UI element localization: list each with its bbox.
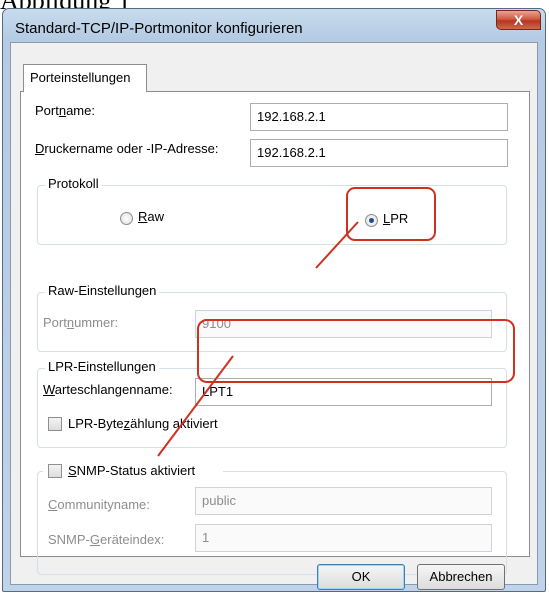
port-number-label: Portnummer: [43,315,119,330]
close-icon: X [513,12,524,28]
window-title: Standard-TCP/IP-Portmonitor konfiguriere… [15,20,303,37]
protocol-group-title: Protokoll [45,176,102,191]
portname-input[interactable]: 192.168.2.1 [250,103,508,131]
snmp-status-label[interactable]: SNMP-Status aktiviert [68,463,195,478]
dialog-window: Standard-TCP/IP-Portmonitor konfiguriere… [2,8,546,592]
queue-name-input[interactable]: LPT1 [195,378,492,406]
device-index-label: SNMP-Geräteindex: [48,532,165,547]
lpr-radio[interactable] [365,214,378,227]
community-name-label: Communityname: [48,497,150,512]
lpr-bytecount-checkbox[interactable] [48,417,62,431]
raw-radio-label[interactable]: Raw [138,209,164,224]
portname-label: Portname: [35,103,95,118]
printer-address-input[interactable]: 192.168.2.1 [250,139,508,167]
ok-button[interactable]: OK [317,564,405,590]
community-name-input[interactable]: public [195,487,492,515]
printer-address-label: Druckername oder -IP-Adresse: [35,141,219,156]
device-index-input[interactable]: 1 [195,524,492,552]
raw-radio[interactable] [120,212,133,225]
lpr-settings-group-title: LPR-Einstellungen [45,359,159,374]
close-button[interactable]: X [496,10,541,30]
queue-name-label: Warteschlangenname: [43,382,173,397]
raw-settings-group-title: Raw-Einstellungen [45,283,160,298]
protocol-group [37,185,507,245]
tab-porteinstellungen[interactable]: Porteinstellungen [23,64,147,92]
lpr-bytecount-label[interactable]: LPR-Bytezählung aktiviert [68,416,218,431]
lpr-radio-label[interactable]: LPR [383,211,408,226]
cancel-button[interactable]: Abbrechen [417,564,505,590]
tab-panel: Portname: 192.168.2.1 Druckername oder -… [20,91,530,575]
port-number-input[interactable]: 9100 [195,310,492,338]
snmp-status-checkbox[interactable] [48,464,62,478]
dialog-client-area: Porteinstellungen Portname: 192.168.2.1 … [10,42,538,590]
